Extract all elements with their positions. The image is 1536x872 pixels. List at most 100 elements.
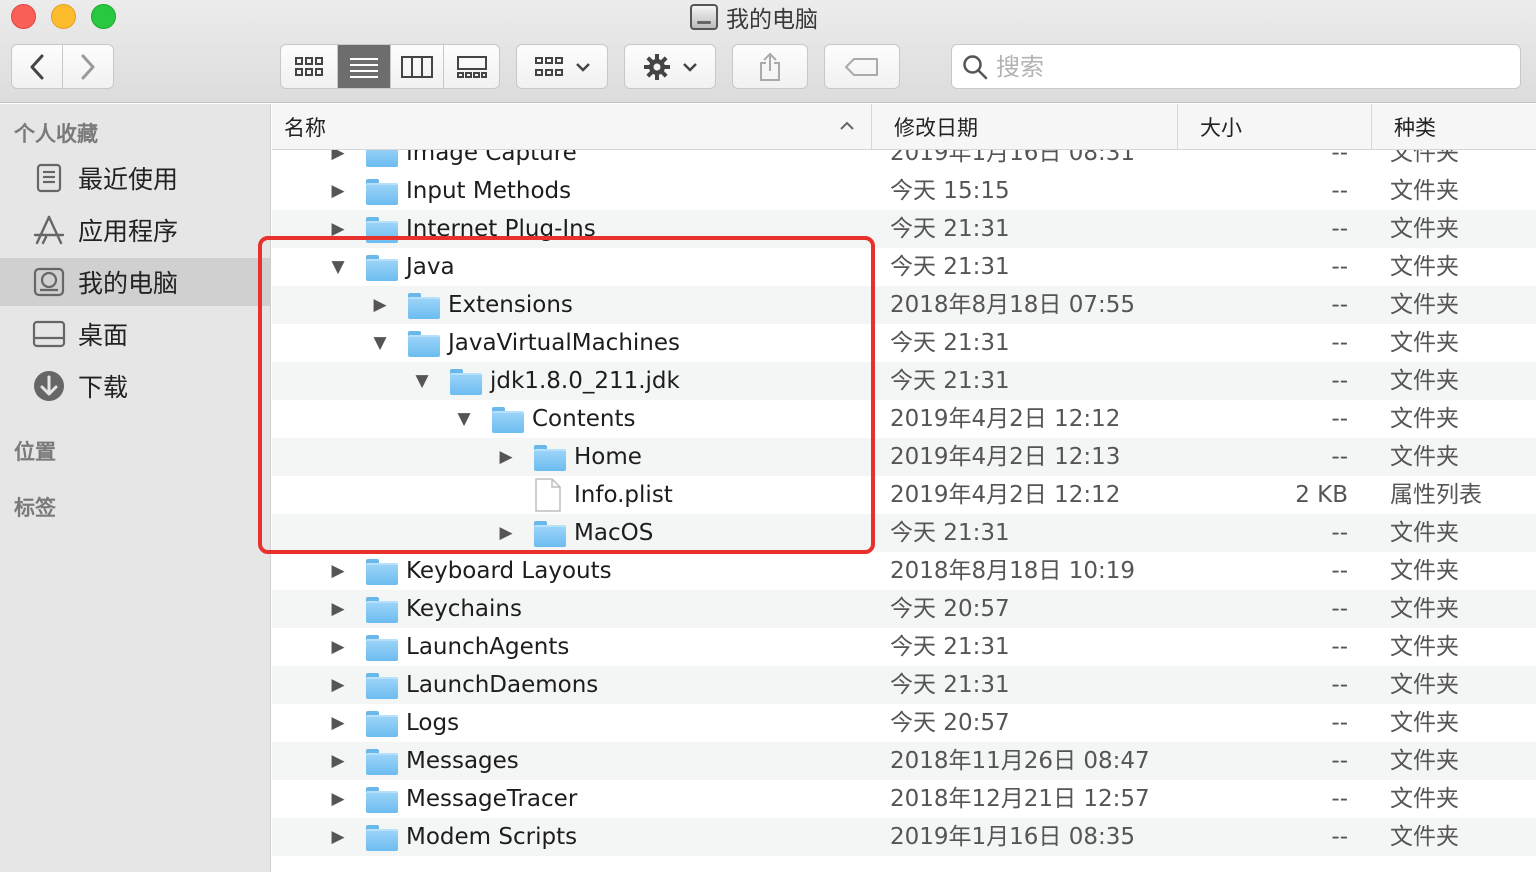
file-row[interactable]: ▶ Modem Scripts 2019年1月16日 08:35 -- 文件夹 [272,818,1536,856]
file-row[interactable]: ▶ Keychains 今天 20:57 -- 文件夹 [272,590,1536,628]
file-kind: 文件夹 [1390,216,1459,242]
window-title-text: 我的电脑 [726,7,818,33]
disclosure-collapsed-icon[interactable]: ▶ [328,172,348,210]
file-size: -- [1331,596,1348,622]
file-size: -- [1331,216,1348,242]
chevron-left-icon [30,54,44,79]
file-row[interactable]: ▶ Home 2019年4月2日 12:13 -- 文件夹 [272,438,1536,476]
disclosure-collapsed-icon[interactable]: ▶ [328,780,348,818]
minimize-window-button[interactable] [51,4,76,29]
disclosure-collapsed-icon[interactable]: ▶ [496,438,516,476]
file-kind: 文件夹 [1390,368,1459,394]
back-button[interactable] [12,45,63,88]
favorites-header: 个人收藏 [14,122,98,146]
file-row[interactable]: ▶ Input Methods 今天 15:15 -- 文件夹 [272,172,1536,210]
disclosure-collapsed-icon[interactable]: ▶ [328,666,348,704]
desktop-icon [32,317,66,351]
locations-header[interactable]: 位置 [14,436,56,466]
file-date-modified: 2019年1月16日 08:35 [890,824,1136,850]
file-size: -- [1331,330,1348,356]
file-date-modified: 今天 21:31 [890,330,1010,356]
file-row[interactable]: ▶ MessageTracer 2018年12月21日 12:57 -- 文件夹 [272,780,1536,818]
column-kind[interactable]: 种类 [1372,104,1536,150]
file-row[interactable]: ▼ Contents 2019年4月2日 12:12 -- 文件夹 [272,400,1536,438]
forward-button[interactable] [63,45,114,88]
sidebar-item-applications[interactable]: 应用程序 [0,206,270,254]
group-by-button[interactable] [516,44,608,89]
share-button[interactable] [732,44,808,89]
tags-header[interactable]: 标签 [14,492,56,522]
file-name: Java [406,254,455,280]
sidebar-item-my-computer[interactable]: 我的电脑 [0,258,270,306]
file-row[interactable]: Info.plist 2019年4月2日 12:12 2 KB 属性列表 [272,476,1536,514]
folder-icon [366,597,398,623]
recents-icon [32,161,66,195]
file-row[interactable]: ▶ LaunchDaemons 今天 21:31 -- 文件夹 [272,666,1536,704]
file-row[interactable]: ▶ LaunchAgents 今天 21:31 -- 文件夹 [272,628,1536,666]
file-size: -- [1331,748,1348,774]
action-menu-button[interactable] [624,44,716,89]
disclosure-collapsed-icon[interactable]: ▶ [328,552,348,590]
folder-icon [366,635,398,661]
disclosure-collapsed-icon[interactable]: ▶ [328,590,348,628]
sidebar-item-recents[interactable]: 最近使用 [0,154,270,202]
folder-icon [366,711,398,737]
disclosure-expanded-icon[interactable]: ▼ [328,248,348,286]
sidebar-item-label: 应用程序 [78,217,179,246]
sidebar-item-desktop[interactable]: 桌面 [0,310,270,358]
file-row[interactable]: ▼ jdk1.8.0_211.jdk 今天 21:31 -- 文件夹 [272,362,1536,400]
disclosure-expanded-icon[interactable]: ▼ [454,400,474,438]
file-row[interactable]: ▶ MacOS 今天 21:31 -- 文件夹 [272,514,1536,552]
file-date-modified: 今天 21:31 [890,634,1010,660]
file-name: Messages [406,748,519,774]
column-size[interactable]: 大小 [1178,104,1372,150]
disclosure-collapsed-icon[interactable]: ▶ [328,628,348,666]
file-name: JavaVirtualMachines [448,330,680,356]
folder-icon [408,331,440,357]
file-kind: 文件夹 [1390,178,1459,204]
disclosure-collapsed-icon[interactable]: ▶ [496,514,516,552]
sidebar-item-label: 我的电脑 [78,269,179,298]
disclosure-collapsed-icon[interactable]: ▶ [328,742,348,780]
file-row[interactable]: ▶ Logs 今天 20:57 -- 文件夹 [272,704,1536,742]
close-window-button[interactable] [11,4,36,29]
file-row[interactable]: ▶ Extensions 2018年8月18日 07:55 -- 文件夹 [272,286,1536,324]
disclosure-collapsed-icon[interactable]: ▶ [370,286,390,324]
file-date-modified: 2019年4月2日 12:12 [890,482,1121,508]
search-input[interactable] [996,52,1496,81]
file-name: Keyboard Layouts [406,558,612,584]
maximize-window-button[interactable] [91,4,116,29]
column-view-button[interactable] [391,45,444,88]
file-name: MessageTracer [406,786,578,812]
file-size: -- [1331,824,1348,850]
disclosure-collapsed-icon[interactable]: ▶ [328,704,348,742]
column-header: 名称 修改日期 大小 种类 [272,104,1536,150]
column-name[interactable]: 名称 [272,104,872,150]
icon-view-button[interactable] [281,45,338,88]
file-row[interactable]: ▼ JavaVirtualMachines 今天 21:31 -- 文件夹 [272,324,1536,362]
hard-disk-icon [690,4,718,30]
gallery-view-button[interactable] [444,45,499,88]
disclosure-expanded-icon[interactable]: ▼ [412,362,432,400]
list-view-button[interactable] [338,45,391,88]
disclosure-collapsed-icon[interactable]: ▶ [328,210,348,248]
column-size-label: 大小 [1200,116,1242,140]
file-row[interactable]: ▶ Messages 2018年11月26日 08:47 -- 文件夹 [272,742,1536,780]
view-switcher [280,44,500,89]
sidebar-item-downloads[interactable]: 下载 [0,362,270,410]
column-view-icon [401,55,433,78]
file-row[interactable]: ▼ Java 今天 21:31 -- 文件夹 [272,248,1536,286]
file-row[interactable]: ▶ Keyboard Layouts 2018年8月18日 10:19 -- 文件夹 [272,552,1536,590]
file-size: -- [1331,558,1348,584]
file-name: jdk1.8.0_211.jdk [490,368,680,394]
file-row[interactable]: ▶ Internet Plug-Ins 今天 21:31 -- 文件夹 [272,210,1536,248]
file-kind: 文件夹 [1390,824,1459,850]
disclosure-collapsed-icon[interactable]: ▶ [328,818,348,856]
disclosure-expanded-icon[interactable]: ▼ [370,324,390,362]
file-size: -- [1331,444,1348,470]
file-name: Input Methods [406,178,572,204]
search-field[interactable] [951,44,1521,89]
column-date-modified[interactable]: 修改日期 [872,104,1178,150]
file-date-modified: 今天 21:31 [890,254,1010,280]
edit-tags-button[interactable] [824,44,900,89]
